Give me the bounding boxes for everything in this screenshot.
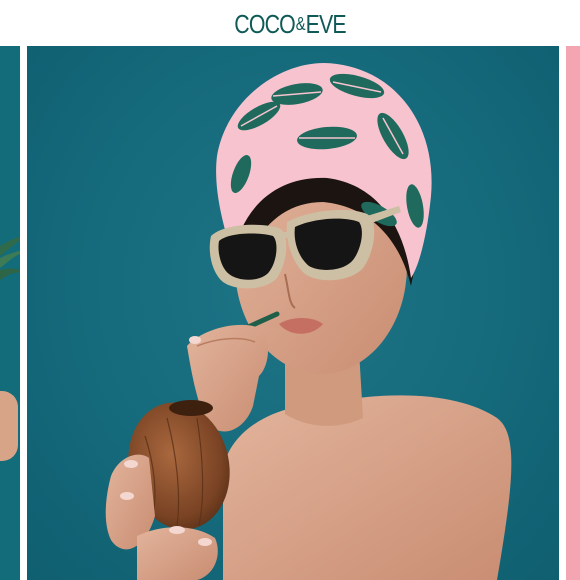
site-header: COCO&EVE xyxy=(0,0,580,46)
logo-ampersand: & xyxy=(295,13,306,34)
model-photo xyxy=(105,62,512,580)
image-carousel[interactable] xyxy=(0,46,580,580)
palm-leaf-image xyxy=(0,236,20,280)
arm-image xyxy=(0,391,18,461)
logo-text-eve: EVE xyxy=(305,8,347,39)
carousel-slide-current[interactable] xyxy=(27,46,559,580)
carousel-slide-previous[interactable] xyxy=(0,46,20,580)
logo-text-coco: COCO xyxy=(234,8,296,39)
brand-logo[interactable]: COCO&EVE xyxy=(234,9,346,40)
carousel-slide-next[interactable] xyxy=(566,46,580,580)
